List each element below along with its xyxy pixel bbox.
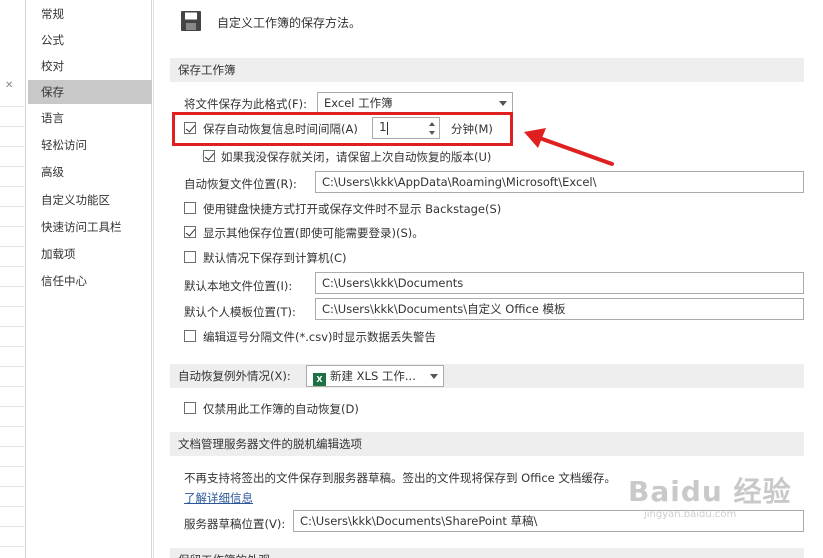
sidebar-item-language[interactable]: 语言 [28,106,152,130]
sidebar-item-formulas[interactable]: 公式 [28,28,152,52]
section-preserve-appearance: 保留工作簿的外观 [170,548,804,558]
close-icon: ✕ [5,80,14,91]
format-select-value: Excel 工作簿 [324,96,393,110]
page-title: 自定义工作簿的保存方法。 [217,16,362,30]
format-select[interactable]: Excel 工作簿 [317,92,513,114]
format-label: 将文件保存为此格式(F): [184,97,307,111]
autorecover-exceptions-select[interactable]: X 新建 XLS 工作... [306,365,444,387]
sidebar-item-save[interactable]: 保存 [28,80,152,104]
show-other-locations-label: 显示其他保存位置(即使可能需要登录)(S)。 [203,226,424,240]
sidebar-item-accessibility[interactable]: 轻松访问 [28,133,152,157]
sidebar-item-advanced[interactable]: 高级 [28,160,152,184]
show-other-locations-checkbox[interactable] [184,226,196,238]
local-location-field[interactable]: C:\Users\kkk\Documents [315,272,804,294]
save-disk-icon [181,11,201,31]
section-offline-editing: 文档管理服务器文件的脱机编辑选项 [170,432,804,456]
section-save-workbooks: 保存工作簿 [170,58,804,82]
excel-file-icon: X [313,373,326,386]
csv-warning-checkbox[interactable] [184,330,196,342]
learn-more-link[interactable]: 了解详细信息 [184,490,253,506]
baidu-watermark: Baidu 经验 [628,475,792,508]
autorecover-location-label: 自动恢复文件位置(R): [184,177,297,191]
autorecover-exceptions-label: 自动恢复例外情况(X): [178,369,291,383]
disable-autorecover-label: 仅禁用此工作簿的自动恢复(D) [203,402,359,416]
save-to-computer-label: 默认情况下保存到计算机(C) [203,251,347,265]
template-location-field[interactable]: C:\Users\kkk\Documents\自定义 Office 模板 [315,298,804,320]
keep-last-version-label: 如果我没保存就关闭，请保留上次自动恢复的版本(U) [221,150,492,164]
offline-description: 不再支持将签出的文件保存到服务器草稿。签出的文件现将保存到 Office 文档缓… [184,471,616,485]
autorecover-location-field[interactable]: C:\Users\kkk\AppData\Roaming\Microsoft\E… [315,171,804,193]
drafts-location-label: 服务器草稿位置(V): [184,517,286,531]
sidebar-item-add-ins[interactable]: 加载项 [28,242,152,266]
csv-warning-label: 编辑逗号分隔文件(*.csv)时显示数据丢失警告 [203,330,436,344]
section-autorecover-exceptions: 自动恢复例外情况(X): [170,364,804,388]
options-sidebar: 常规 公式 校对 保存 语言 轻松访问 高级 自定义功能区 快速访问工具栏 加载… [28,0,152,558]
backstage-checkbox[interactable] [184,202,196,214]
chevron-down-icon [499,101,507,106]
chevron-down-icon [430,374,438,379]
annotation-highlight-box [172,112,513,146]
save-to-computer-checkbox[interactable] [184,251,196,263]
sidebar-item-quick-access-toolbar[interactable]: 快速访问工具栏 [28,215,152,239]
local-location-label: 默认本地文件位置(I): [184,279,293,293]
annotation-arrow-icon [524,128,614,166]
sidebar-item-general[interactable]: 常规 [28,2,152,26]
disable-autorecover-checkbox[interactable] [184,402,196,414]
template-location-label: 默认个人模板位置(T): [184,305,296,319]
keep-last-version-checkbox[interactable] [203,150,215,162]
excel-grid-background: ✕ [0,0,26,558]
backstage-label: 使用键盘快捷方式打开或保存文件时不显示 Backstage(S) [203,202,502,216]
sidebar-item-proofing[interactable]: 校对 [28,54,152,78]
baidu-watermark-url: jingyan.baidu.com [644,509,737,520]
autorecover-exceptions-value: 新建 XLS 工作... [330,369,416,383]
sidebar-item-customize-ribbon[interactable]: 自定义功能区 [28,188,152,212]
sidebar-item-trust-center[interactable]: 信任中心 [28,269,152,293]
